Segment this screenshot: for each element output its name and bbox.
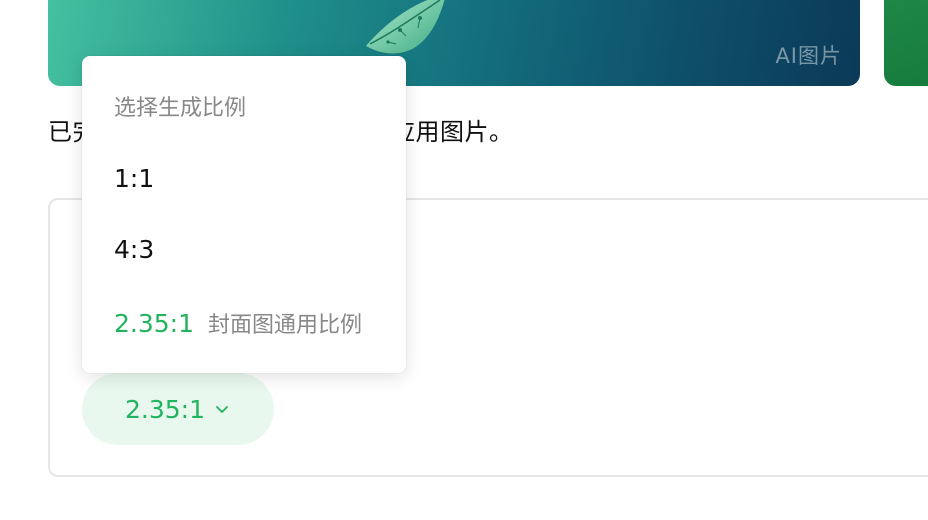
- ratio-option-4-3[interactable]: 4:3: [114, 235, 154, 264]
- ratio-option-label: 1:1: [114, 164, 155, 193]
- ratio-option-label: 4:3: [114, 235, 155, 264]
- menu-title: 选择生成比例: [114, 96, 247, 121]
- ratio-select-label: 2.35:1: [125, 394, 205, 424]
- ratio-option-2-35-1[interactable]: 2.35:1 封面图通用比例: [114, 307, 362, 339]
- chevron-down-icon: [213, 400, 231, 418]
- ratio-option-note: 封面图通用比例: [208, 313, 363, 338]
- next-image-card[interactable]: [884, 0, 928, 86]
- ratio-option-label: 2.35:1: [114, 309, 194, 338]
- ratio-select-button[interactable]: 2.35:1: [82, 373, 274, 445]
- ratio-option-1-1[interactable]: 1:1: [114, 164, 154, 193]
- ratio-dropdown-menu: 选择生成比例 1:1 4:3 2.35:1 封面图通用比例: [82, 56, 406, 373]
- image-caption: AI图片: [775, 44, 842, 68]
